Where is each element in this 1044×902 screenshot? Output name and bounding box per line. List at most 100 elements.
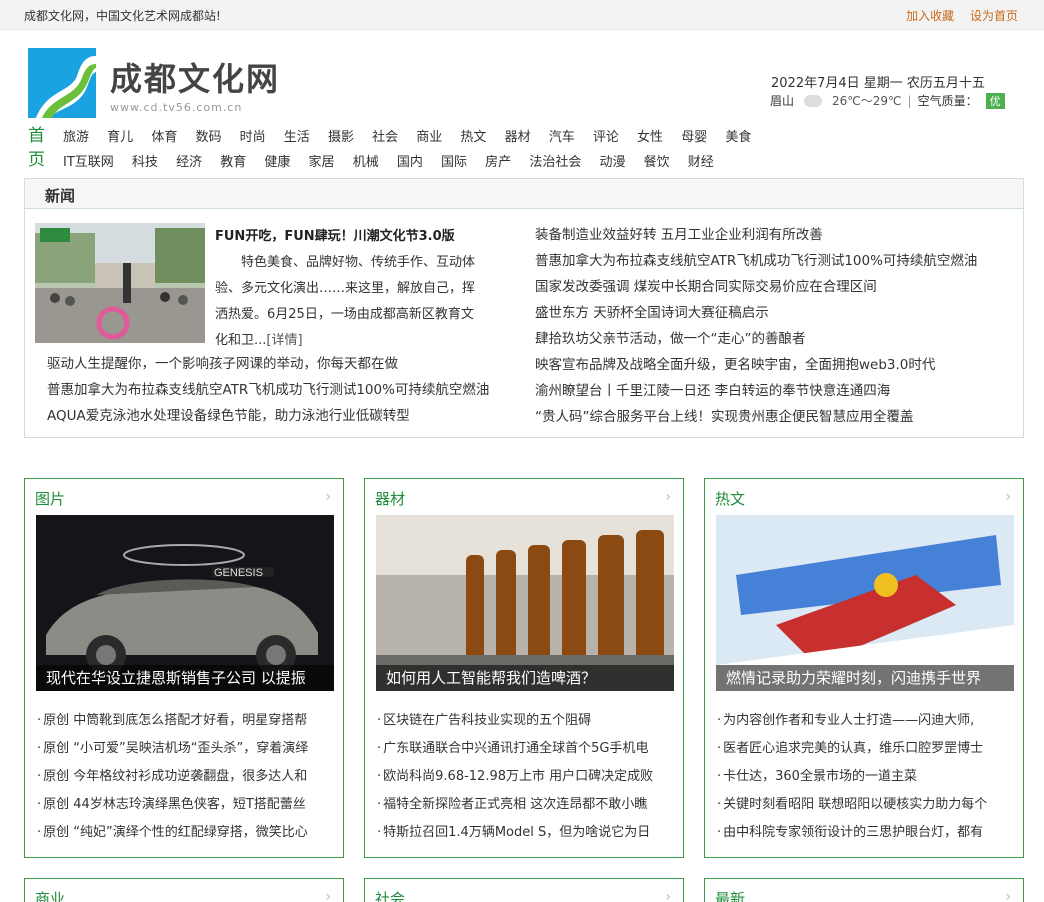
list-item[interactable]: 福特全新探险者正式亮相 这次连昂都不敢小瞧 (377, 791, 673, 819)
nav-home[interactable]: 首页 (28, 124, 48, 172)
card-title[interactable]: 器材 (375, 488, 405, 509)
list-item[interactable]: 渝州瞭望台丨千里江陵一日还 李白转运的奉节快意连通四海 (535, 378, 1015, 404)
list-item[interactable]: 欧尚科尚9.68-12.98万上市 用户口碑决定成败 (377, 763, 673, 791)
card-pictures: 图片 › GENESIS 现代在华设立捷恩斯销售子公司 以提振 原创 中筒靴到底… (24, 478, 344, 858)
card-society: 社会 › (364, 878, 684, 902)
card-list: 原创 中筒靴到底怎么搭配才好看，明星穿搭帮 原创 “小可爱”吴映洁机场“歪头杀”… (37, 707, 333, 847)
set-homepage-link[interactable]: 设为首页 (970, 9, 1018, 23)
card-feature-image[interactable]: GENESIS 现代在华设立捷恩斯销售子公司 以提振 (36, 515, 334, 691)
weather-widget: 眉山 26℃～29℃ | 空气质量： 优 (770, 92, 1005, 109)
nav-item[interactable]: 汽车 (549, 130, 575, 145)
card-header: 器材 › (365, 479, 683, 513)
nav-item[interactable]: 科技 (132, 155, 158, 170)
site-logo[interactable]: 成都文化网 www.cd.tv56.com.cn (28, 48, 298, 118)
nav-item[interactable]: 法治社会 (529, 155, 581, 170)
nav-item[interactable]: 财经 (688, 155, 714, 170)
list-item[interactable]: 原创 中筒靴到底怎么搭配才好看，明星穿搭帮 (37, 707, 333, 735)
chevron-right-icon[interactable]: › (1005, 489, 1011, 505)
add-favorite-link[interactable]: 加入收藏 (906, 9, 954, 23)
chevron-right-icon[interactable]: › (665, 489, 671, 505)
nav-item[interactable]: 评论 (593, 130, 619, 145)
nav-item[interactable]: 经济 (176, 155, 202, 170)
list-item[interactable]: 驱动人生提醒你，一个影响孩子网课的举动，你每天都在做 (47, 351, 517, 377)
list-item[interactable]: 关键时刻看昭阳 联想昭阳以硬核实力助力每个 (717, 791, 1013, 819)
lead-detail-link[interactable]: [详情] (266, 333, 302, 348)
card-title[interactable]: 热文 (715, 488, 745, 509)
list-item[interactable]: 医者匠心追求完美的认真，维乐口腔罗罡博士 (717, 735, 1013, 763)
list-item[interactable]: 原创 “纯妃”演绎个性的红配绿穿搭，微笑比心 (37, 819, 333, 847)
card-caption[interactable]: 如何用人工智能帮我们造啤酒？ (376, 665, 674, 691)
news-lead-photo[interactable] (35, 223, 205, 343)
card-title[interactable]: 图片 (35, 488, 65, 509)
nav-item[interactable]: 器材 (505, 130, 531, 145)
nav-item[interactable]: IT互联网 (63, 155, 114, 170)
list-item[interactable]: 盛世东方 天骄杯全国诗词大赛征稿启示 (535, 300, 1015, 326)
card-business: 商业 › (24, 878, 344, 902)
list-item[interactable]: 由中科院专家领衔设计的三思护眼台灯，都有 (717, 819, 1013, 847)
nav-item[interactable]: 旅游 (63, 130, 89, 145)
list-item[interactable]: 原创 “小可爱”吴映洁机场“歪头杀”，穿着演绎 (37, 735, 333, 763)
nav-item[interactable]: 机械 (353, 155, 379, 170)
skateboard-photo-image (35, 223, 205, 343)
list-item[interactable]: 原创 今年格纹衬衫成功逆袭翻盘，很多达人和 (37, 763, 333, 791)
card-caption[interactable]: 燃情记录助力荣耀时刻，闪迪携手世界 (716, 665, 1014, 691)
card-title[interactable]: 社会 (375, 888, 405, 902)
list-item[interactable]: 广东联通联合中兴通讯打通全球首个5G手机电 (377, 735, 673, 763)
card-caption[interactable]: 现代在华设立捷恩斯销售子公司 以提振 (36, 665, 334, 691)
weather-city: 眉山 (770, 94, 795, 108)
list-item[interactable]: AQUA爱克泳池水处理设备绿色节能，助力泳池行业低碳转型 (47, 403, 517, 429)
lead-headline[interactable]: FUN开吃，FUN肆玩！川潮文化节3.0版 (215, 225, 485, 244)
nav-row-1: 旅游 育儿 体育 数码 时尚 生活 摄影 社会 商业 热文 器材 汽车 评论 女… (63, 126, 765, 145)
chevron-right-icon[interactable]: › (325, 889, 331, 902)
nav-item[interactable]: 餐饮 (644, 155, 670, 170)
card-header: 热文 › (705, 479, 1023, 513)
top-links: 加入收藏 设为首页 (894, 7, 1018, 24)
nav-item[interactable]: 教育 (220, 155, 246, 170)
date-text: 2022年7月4日 星期一 农历五月十五 (771, 76, 985, 91)
card-feature-image[interactable]: 如何用人工智能帮我们造啤酒？ (376, 515, 674, 691)
nav-item[interactable]: 国际 (441, 155, 467, 170)
nav-item[interactable]: 美食 (725, 130, 751, 145)
card-equipment: 器材 › 如何用人工智能帮我们造啤酒？ 区块链在广告科技业实现的五个阻碍 广东联… (364, 478, 684, 858)
list-item[interactable]: 国家发改委强调 煤炭中长期合同实际交易价应在合理区间 (535, 274, 1015, 300)
list-item[interactable]: 区块链在广告科技业实现的五个阻碍 (377, 707, 673, 735)
nav-item[interactable]: 国内 (397, 155, 423, 170)
list-item[interactable]: 卡仕达，360全景市场的一道主菜 (717, 763, 1013, 791)
nav-item[interactable]: 生活 (284, 130, 310, 145)
chevron-right-icon[interactable]: › (665, 889, 671, 902)
list-item[interactable]: 原创 44岁林志玲演绎黑色侠客，短T搭配蕾丝 (37, 791, 333, 819)
nav-item[interactable]: 时尚 (240, 130, 266, 145)
nav-item[interactable]: 摄影 (328, 130, 354, 145)
list-item[interactable]: 为内容创作者和专业人士打造——闪迪大师, (717, 707, 1013, 735)
chevron-right-icon[interactable]: › (325, 489, 331, 505)
list-item[interactable]: 装备制造业效益好转 五月工业企业利润有所改善 (535, 222, 1015, 248)
news-lead: FUN开吃，FUN肆玩！川潮文化节3.0版 特色美食、品牌好物、传统手作、互动体… (215, 225, 485, 354)
nav-item[interactable]: 育儿 (107, 130, 133, 145)
nav-item[interactable]: 热文 (460, 130, 486, 145)
svg-text:GENESIS: GENESIS (214, 567, 263, 579)
nav-item[interactable]: 社会 (372, 130, 398, 145)
card-header: 图片 › (25, 479, 343, 513)
list-item[interactable]: 肆拾玖坊父亲节活动，做一个“走心”的善酿者 (535, 326, 1015, 352)
nav-item[interactable]: 母婴 (681, 130, 707, 145)
nav-item[interactable]: 动漫 (599, 155, 625, 170)
card-title[interactable]: 最新 (715, 888, 745, 902)
nav-item[interactable]: 女性 (637, 130, 663, 145)
list-item[interactable]: 普惠加拿大为布拉森支线航空ATR飞机成功飞行测试100%可持续航空燃油 (47, 377, 517, 403)
weather-separator: | (907, 93, 912, 108)
card-feature-image[interactable]: 燃情记录助力荣耀时刻，闪迪携手世界 (716, 515, 1014, 691)
aqi-label: 空气质量： (917, 94, 978, 108)
card-title[interactable]: 商业 (35, 888, 65, 902)
list-item[interactable]: 映客宣布品牌及战略全面升级，更名映宇宙，全面拥抱web3.0时代 (535, 352, 1015, 378)
nav-item[interactable]: 房产 (485, 155, 511, 170)
logo-url: www.cd.tv56.com.cn (110, 101, 243, 114)
nav-item[interactable]: 体育 (151, 130, 177, 145)
nav-item[interactable]: 健康 (264, 155, 290, 170)
list-item[interactable]: 普惠加拿大为布拉森支线航空ATR飞机成功飞行测试100%可持续航空燃油 (535, 248, 1015, 274)
nav-item[interactable]: 家居 (309, 155, 335, 170)
list-item[interactable]: “贵人码”综合服务平台上线！实现贵州惠企便民智慧应用全覆盖 (535, 404, 1015, 430)
list-item[interactable]: 特斯拉召回1.4万辆Model S，但为啥说它为日 (377, 819, 673, 847)
nav-item[interactable]: 商业 (416, 130, 442, 145)
nav-item[interactable]: 数码 (195, 130, 221, 145)
chevron-right-icon[interactable]: › (1005, 889, 1011, 902)
